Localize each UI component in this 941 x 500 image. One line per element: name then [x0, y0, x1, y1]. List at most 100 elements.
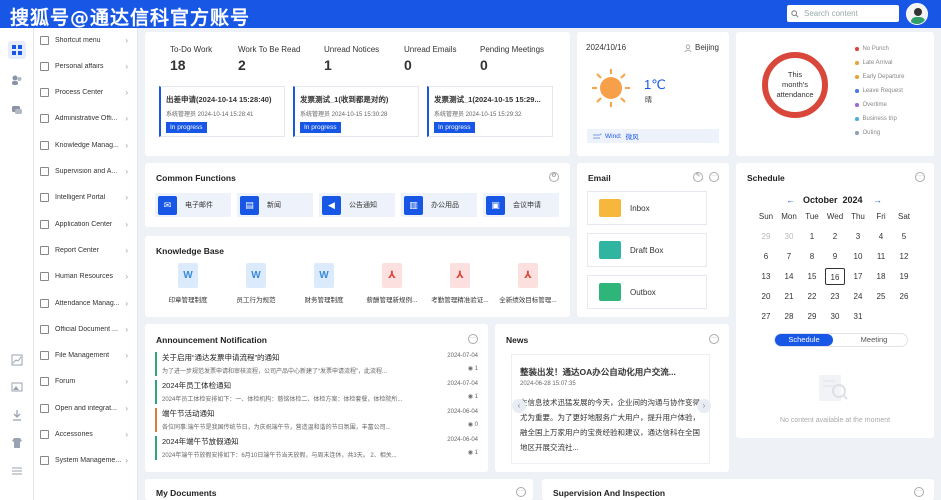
sidebar-item[interactable]: Personal affairs › [34, 56, 138, 76]
prev-month-button[interactable]: ← [786, 195, 795, 205]
chat-icon[interactable] [8, 101, 26, 119]
sidebar-item[interactable]: Open and integrat... › [34, 398, 138, 418]
sidebar-item[interactable]: Official Document ... › [34, 319, 138, 339]
sidebar-item[interactable]: Application Center › [34, 214, 138, 234]
stat-unread-emails[interactable]: Unread Emails 0 [404, 45, 456, 73]
task-card[interactable]: 发票测试_1(2024-10-15 15:29... 系统管理员 2024-10-… [427, 86, 553, 137]
folder-outbox[interactable]: Outbox [587, 275, 707, 309]
calendar-day[interactable]: 9 [825, 248, 845, 265]
sidebar-item[interactable]: Process Center › [34, 83, 138, 103]
stat-to-read[interactable]: Work To Be Read 2 [238, 45, 300, 73]
more-icon[interactable]: ··· [468, 334, 478, 344]
calendar-day[interactable]: 17 [848, 268, 868, 285]
calendar-day[interactable]: 2 [825, 228, 845, 245]
grid-icon[interactable] [8, 41, 26, 59]
next-news-button[interactable]: › [697, 399, 711, 413]
more-icon[interactable]: ··· [914, 487, 924, 497]
calendar-day[interactable]: 18 [871, 268, 891, 285]
calendar-day[interactable]: 31 [848, 308, 868, 325]
calendar-day[interactable]: 12 [894, 248, 914, 265]
chart-icon[interactable] [8, 351, 26, 369]
calendar-day[interactable]: 5 [894, 228, 914, 245]
calendar-day[interactable]: 23 [825, 288, 845, 305]
calendar-day[interactable]: 14 [779, 268, 799, 285]
list-item[interactable]: 2024年端午节放假通知 2024年端午节放假安排如下：6月10日端午节当天放假，… [155, 436, 478, 460]
shortcut-news[interactable]: ▤ 新闻 [237, 193, 313, 217]
sidebar-item[interactable]: Knowledge Manag... › [34, 135, 138, 155]
calendar-day[interactable]: 20 [756, 288, 776, 305]
calendar-day[interactable]: 7 [779, 248, 799, 265]
list-item[interactable]: 端午节活动通知 各位同事:端午节是我国传统节日，为庆祝端午节，营造温和谐的节日氛围… [155, 408, 478, 432]
next-month-button[interactable]: → [873, 195, 882, 205]
knowledge-item[interactable]: W 员工行为规范 [223, 263, 289, 304]
shortcut-email[interactable]: ✉ 电子邮件 [155, 193, 231, 217]
calendar-day[interactable]: 19 [894, 268, 914, 285]
knowledge-item[interactable]: ⅄ 薪酬管理新规例... [359, 263, 425, 304]
calendar-day[interactable]: 10 [848, 248, 868, 265]
calendar-day[interactable]: 30 [825, 308, 845, 325]
calendar-day[interactable]: 21 [779, 288, 799, 305]
more-icon[interactable]: ··· [915, 172, 925, 182]
stat-todo[interactable]: To-Do Work 18 [170, 45, 212, 73]
knowledge-item[interactable]: W 财务管理制度 [291, 263, 357, 304]
calendar-day[interactable]: 11 [871, 248, 891, 265]
download-icon[interactable] [8, 406, 26, 424]
sidebar-item[interactable]: Shortcut menu › [34, 30, 138, 50]
calendar-day[interactable]: 6 [756, 248, 776, 265]
more-icon[interactable]: ··· [709, 334, 719, 344]
calendar-day[interactable]: 1 [802, 228, 822, 245]
sidebar-item[interactable]: System Manageme... › [34, 451, 138, 471]
shirt-icon[interactable] [8, 434, 26, 452]
shortcut-supplies[interactable]: ▥ 办公用品 [401, 193, 477, 217]
calendar-day[interactable]: 4 [871, 228, 891, 245]
list-icon[interactable] [8, 462, 26, 480]
calendar-day[interactable]: 28 [779, 308, 799, 325]
list-item[interactable]: 关于启用“通达发票申请流程”的通知 为了进一步规范发票申请和审核流程，公司产品中心… [155, 352, 478, 376]
calendar-day[interactable]: 3 [848, 228, 868, 245]
calendar-day[interactable]: 29 [756, 228, 776, 245]
edit-icon[interactable]: ✎ [693, 172, 703, 182]
tab-meeting[interactable]: Meeting [845, 334, 903, 346]
calendar-day[interactable]: 16 [825, 268, 845, 285]
sidebar-item[interactable]: Forum › [34, 372, 138, 392]
calendar-day[interactable]: 13 [756, 268, 776, 285]
shortcut-meeting[interactable]: ▣ 会议申请 [483, 193, 559, 217]
sidebar-item[interactable]: Report Center › [34, 240, 138, 260]
sidebar-item[interactable]: Accessories › [34, 425, 138, 445]
stat-pending-meetings[interactable]: Pending Meetings 0 [480, 45, 544, 73]
knowledge-item[interactable]: W 印章管理制度 [155, 263, 221, 304]
news-article[interactable]: 整装出发！通达OA办公自动化用户交流... 2024-06-28 15:07:3… [511, 354, 710, 464]
knowledge-item[interactable]: ⅄ 考勤管理精准验证... [427, 263, 493, 304]
folder-inbox[interactable]: Inbox [587, 191, 707, 225]
task-card[interactable]: 发票测试_1(收到都是对的) 系统管理员 2024-10-15 15:30:28 I… [293, 86, 419, 137]
calendar-day[interactable]: 15 [802, 268, 822, 285]
contacts-icon[interactable] [8, 71, 26, 89]
calendar-day[interactable]: 29 [802, 308, 822, 325]
image-icon[interactable] [8, 378, 26, 396]
shortcut-notice[interactable]: ◀ 公告通知 [319, 193, 395, 217]
attendance-ring[interactable]: This month's attendance [762, 52, 828, 118]
calendar-day[interactable]: 27 [756, 308, 776, 325]
folder-draft[interactable]: Draft Box [587, 233, 707, 267]
calendar-day[interactable]: 22 [802, 288, 822, 305]
calendar-day[interactable]: 25 [871, 288, 891, 305]
sidebar-item[interactable]: Administrative Offi... › [34, 109, 138, 129]
prev-news-button[interactable]: ‹ [512, 399, 526, 413]
sidebar-item[interactable]: File Management › [34, 346, 138, 366]
calendar-day[interactable]: 30 [779, 228, 799, 245]
knowledge-item[interactable]: ⅄ 全新绩效目标管理... [495, 263, 561, 304]
settings-icon[interactable]: ⚙ [549, 172, 559, 182]
more-icon[interactable]: ··· [709, 172, 719, 182]
list-item[interactable]: 2024年员工体检通知 2024年员工体检安排如下：一、体检机构：慈铭体检二、体检… [155, 380, 478, 404]
sidebar-item[interactable]: Human Resources › [34, 267, 138, 287]
stat-unread-notices[interactable]: Unread Notices 1 [324, 45, 379, 73]
more-icon[interactable]: ··· [516, 487, 526, 497]
sidebar-item[interactable]: Supervision and A... › [34, 162, 138, 182]
task-card[interactable]: 出差申请(2024-10-14 15:28:40) 系统管理员 2024-10-1… [159, 86, 285, 137]
calendar-day[interactable]: 8 [802, 248, 822, 265]
avatar[interactable] [906, 3, 928, 25]
sidebar-item[interactable]: Attendance Manag... › [34, 293, 138, 313]
sidebar-item[interactable]: Intelligent Portal › [34, 188, 138, 208]
calendar-day[interactable]: 26 [894, 288, 914, 305]
search-box[interactable]: Search content [787, 5, 899, 22]
